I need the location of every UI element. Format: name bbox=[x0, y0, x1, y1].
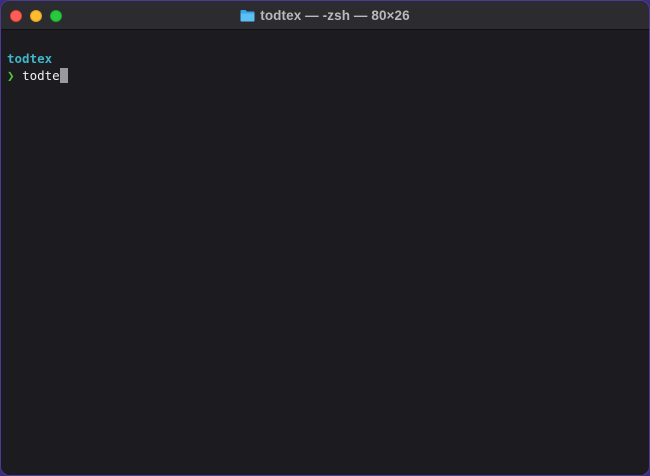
window-title: todtex — -zsh — 80×26 bbox=[260, 8, 410, 23]
minimize-button[interactable] bbox=[30, 10, 42, 22]
title-bar[interactable]: todtex — -zsh — 80×26 bbox=[1, 1, 649, 30]
prompt-arrow-icon: ❯ bbox=[7, 68, 15, 83]
close-button[interactable] bbox=[10, 10, 22, 22]
zoom-button[interactable] bbox=[50, 10, 62, 22]
terminal-window: todtex — -zsh — 80×26 todtex ❯ todte bbox=[0, 0, 650, 476]
folder-icon bbox=[240, 10, 255, 22]
prompt-line[interactable]: ❯ todte bbox=[7, 67, 649, 84]
text-cursor bbox=[59, 68, 68, 83]
window-title-group: todtex — -zsh — 80×26 bbox=[1, 1, 649, 30]
terminal-content[interactable]: todtex ❯ todte bbox=[1, 30, 649, 475]
command-input[interactable]: todte bbox=[22, 68, 60, 83]
current-directory: todtex bbox=[7, 51, 53, 66]
